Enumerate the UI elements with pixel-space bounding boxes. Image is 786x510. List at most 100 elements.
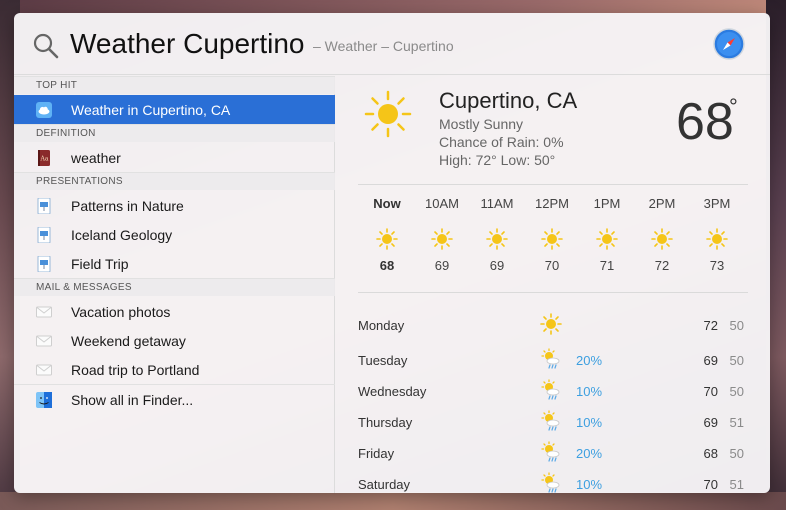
hour-temp: 69: [489, 258, 505, 273]
keynote-doc-icon: [37, 226, 51, 243]
result-label: Weekend getaway: [71, 332, 186, 349]
hour-label: 12PM: [535, 196, 569, 211]
hour-temp: 71: [599, 258, 615, 273]
hour-label: Now: [373, 196, 401, 211]
day-low: 50: [729, 353, 744, 368]
day-rain-chance: 20%: [576, 446, 603, 461]
day-high: 69: [703, 353, 718, 368]
envelope-icon: [36, 335, 52, 346]
sun-rain-icon: [541, 379, 560, 400]
result-label: Patterns in Nature: [71, 197, 184, 214]
result-presentation[interactable]: Iceland Geology: [14, 220, 335, 249]
weather-rain-chance: Chance of Rain: 0%: [439, 134, 564, 150]
hour-temp: 70: [544, 258, 560, 273]
sun-icon: [541, 228, 563, 250]
finder-icon: [36, 391, 52, 408]
sun-rain-icon: [541, 472, 560, 493]
result-definition-weather[interactable]: Aa weather: [14, 143, 335, 172]
sun-icon: [431, 228, 453, 250]
day-name: Saturday: [358, 477, 411, 492]
sun-icon: [486, 228, 508, 250]
hour-label: 2PM: [648, 196, 676, 211]
result-label: Show all in Finder...: [71, 391, 194, 408]
hourly-item: Now 68: [362, 196, 412, 273]
show-all-in-finder[interactable]: Show all in Finder...: [14, 385, 335, 414]
safari-icon[interactable]: [713, 28, 745, 60]
results-list: TOP HIT Weather in Cupertino, CA DEFINIT…: [14, 76, 335, 493]
hourly-item: 2PM 72: [637, 196, 687, 273]
result-weather-top-hit[interactable]: Weather in Cupertino, CA: [14, 95, 335, 124]
result-label: Weather in Cupertino, CA: [71, 101, 231, 118]
result-mail[interactable]: Weekend getaway: [14, 326, 335, 355]
daily-row: Friday 20% 68 50: [358, 438, 754, 468]
hour-label: 3PM: [703, 196, 731, 211]
sun-rain-icon: [541, 441, 560, 462]
weather-preview: Cupertino, CA Mostly Sunny Chance of Rai…: [336, 76, 770, 493]
hour-temp: 69: [434, 258, 450, 273]
day-low: 50: [729, 384, 744, 399]
search-bar: Weather Cupertino – Weather – Cupertino: [14, 13, 770, 75]
result-mail[interactable]: Road trip to Portland: [14, 355, 335, 384]
day-name: Tuesday: [358, 353, 408, 368]
day-name: Monday: [358, 318, 405, 333]
search-icon: [33, 33, 59, 59]
hourly-item: 10AM 69: [417, 196, 467, 273]
spotlight-window: Weather Cupertino – Weather – Cupertino …: [14, 13, 770, 493]
hour-label: 11AM: [480, 196, 514, 211]
hourly-item: 11AM 69: [472, 196, 522, 273]
daily-row: Saturday 10% 70 51: [358, 469, 754, 493]
day-rain-chance: 10%: [576, 415, 603, 430]
day-high: 72: [703, 318, 718, 333]
svg-text:Aa: Aa: [40, 155, 49, 162]
current-temperature: 68: [676, 93, 734, 151]
daily-row: Thursday 10% 69 51: [358, 407, 754, 437]
hour-temp: 72: [654, 258, 670, 273]
sun-icon: [376, 228, 398, 250]
daily-row: Wednesday 10% 70 50: [358, 376, 754, 406]
search-input[interactable]: Weather Cupertino: [70, 28, 305, 60]
hourly-item: 1PM 71: [582, 196, 632, 273]
result-presentation[interactable]: Field Trip: [14, 249, 335, 278]
hourly-item: 3PM 73: [692, 196, 742, 273]
day-rain-chance: 10%: [576, 384, 603, 399]
divider: [358, 292, 748, 293]
result-label: Field Trip: [71, 255, 129, 272]
result-label: Vacation photos: [71, 303, 171, 320]
weather-city: Cupertino, CA: [439, 88, 578, 113]
section-header-top-hit: TOP HIT: [14, 76, 335, 94]
day-name: Friday: [358, 446, 395, 461]
envelope-icon: [36, 364, 52, 375]
sun-rain-icon: [541, 410, 560, 431]
day-high: 70: [703, 384, 718, 399]
sun-icon: [706, 228, 728, 250]
day-low: 50: [729, 318, 744, 333]
sun-rain-icon: [541, 348, 560, 369]
divider: [358, 184, 748, 185]
sun-icon: [364, 90, 412, 138]
sun-icon: [651, 228, 673, 250]
degree-symbol: °: [729, 94, 738, 119]
hour-temp: 68: [379, 258, 395, 273]
weather-high-low: High: 72° Low: 50°: [439, 152, 556, 168]
hour-label: 10AM: [425, 196, 459, 211]
keynote-doc-icon: [37, 255, 51, 272]
sun-icon: [540, 313, 562, 335]
envelope-icon: [36, 306, 52, 317]
dictionary-icon: Aa: [38, 149, 50, 166]
result-mail[interactable]: Vacation photos: [14, 297, 335, 326]
cloud-icon: [36, 101, 52, 118]
section-header-definition: DEFINITION: [14, 124, 335, 142]
day-rain-chance: 10%: [576, 477, 603, 492]
day-name: Thursday: [358, 415, 413, 430]
hour-temp: 73: [709, 258, 725, 273]
day-low: 51: [729, 477, 744, 492]
result-presentation[interactable]: Patterns in Nature: [14, 191, 335, 220]
section-header-mail: MAIL & MESSAGES: [14, 278, 335, 296]
day-low: 50: [729, 446, 744, 461]
desktop-wallpaper-bottom: [0, 492, 786, 510]
day-high: 70: [703, 477, 718, 492]
daily-row: Monday 72 50: [358, 310, 754, 340]
day-rain-chance: 20%: [576, 353, 603, 368]
hour-label: 1PM: [593, 196, 621, 211]
result-label: Road trip to Portland: [71, 361, 200, 378]
